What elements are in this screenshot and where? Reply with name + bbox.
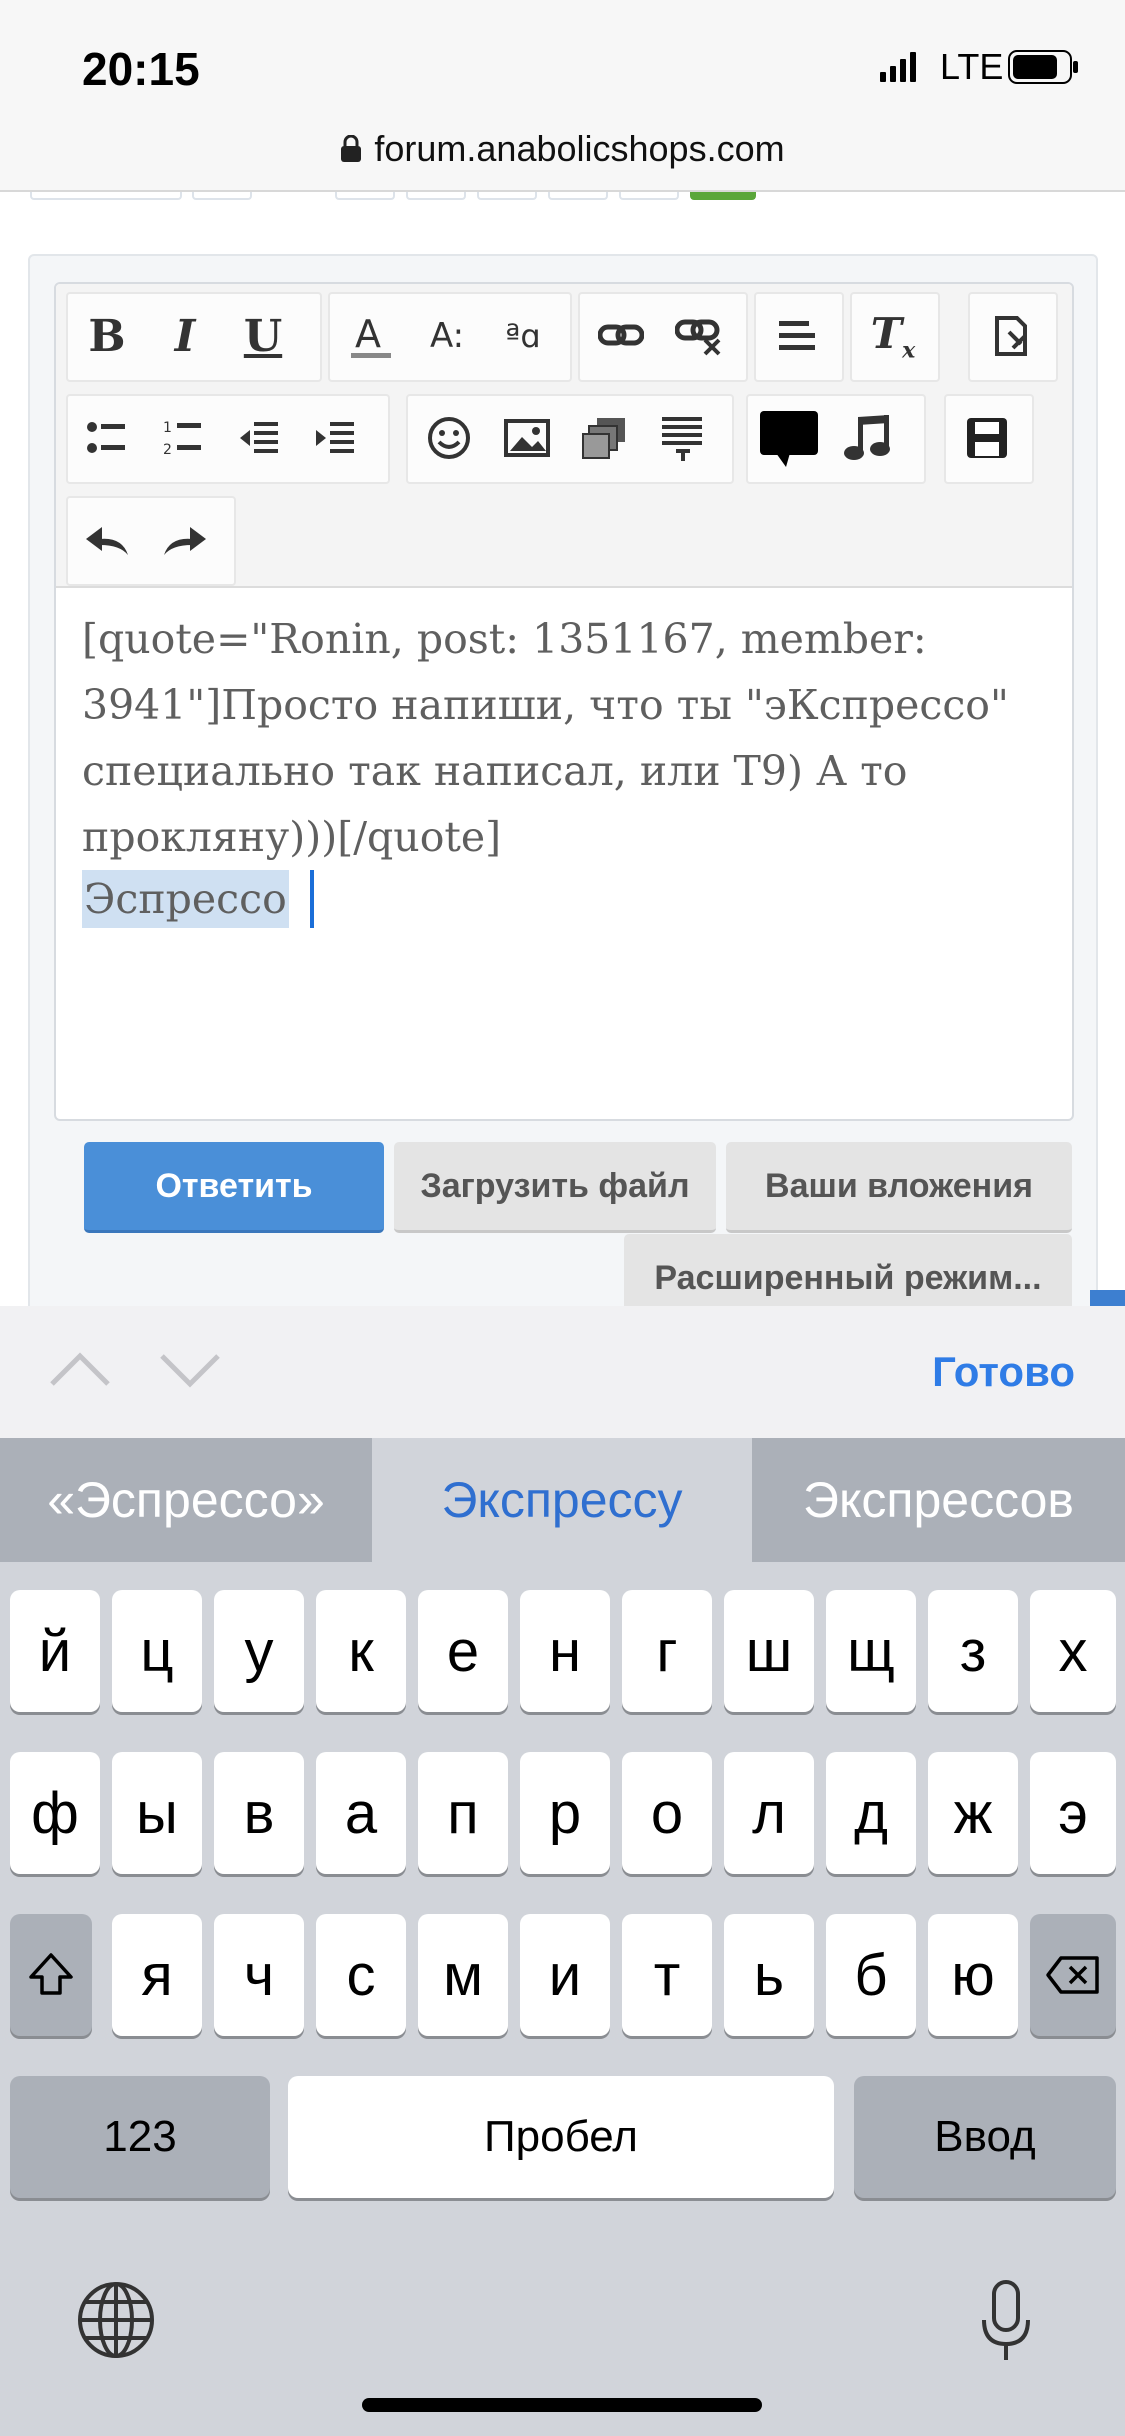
key[interactable]: о: [622, 1752, 712, 1874]
outdent-icon[interactable]: [224, 398, 294, 478]
image-icon[interactable]: [492, 398, 562, 478]
key[interactable]: к: [316, 1590, 406, 1712]
advanced-mode-button[interactable]: Расширенный режим...: [624, 1234, 1072, 1307]
key[interactable]: п: [418, 1752, 508, 1874]
space-key[interactable]: Пробел: [288, 2076, 834, 2198]
key[interactable]: и: [520, 1914, 610, 2036]
key[interactable]: м: [418, 1914, 508, 2036]
key[interactable]: ы: [112, 1752, 202, 1874]
suggestion-item[interactable]: Экспрессов: [752, 1438, 1125, 1562]
remove-format-icon[interactable]: Tx: [858, 296, 928, 376]
key[interactable]: л: [724, 1752, 814, 1874]
chevron-down-icon[interactable]: [158, 1350, 222, 1390]
align-icon[interactable]: [762, 296, 832, 376]
svg-text:A: A: [355, 312, 381, 356]
predictive-text-bar: «Эспрессо» Экспрессу Экспрессов: [0, 1438, 1125, 1562]
battery-icon: [1008, 50, 1078, 84]
insert-icon[interactable]: [976, 296, 1046, 376]
key[interactable]: а: [316, 1752, 406, 1874]
suggestion-item[interactable]: Экспрессу: [372, 1438, 752, 1562]
font-color-icon[interactable]: A: [336, 296, 406, 376]
key[interactable]: р: [520, 1752, 610, 1874]
signal-icon: [880, 52, 916, 82]
globe-icon[interactable]: [76, 2280, 156, 2360]
numbered-list-icon[interactable]: 12: [148, 398, 218, 478]
key[interactable]: ю: [928, 1914, 1018, 2036]
web-page: B I U A A: ªɑ Tx 12 [quote="Ronin, post:…: [0, 190, 1125, 1307]
lock-icon: [341, 135, 362, 162]
keyboard-accessory-bar: Готово: [0, 1306, 1125, 1438]
key[interactable]: ф: [10, 1752, 100, 1874]
key[interactable]: х: [1030, 1590, 1116, 1712]
numbers-key[interactable]: 123: [10, 2076, 270, 2198]
quote-text: [quote="Ronin, post: 1351167, member: 39…: [82, 615, 1009, 861]
status-bar: 20:15 LTE forum.anabolicshops.com: [0, 0, 1125, 190]
gallery-icon[interactable]: [570, 398, 640, 478]
underline-icon[interactable]: U: [228, 296, 298, 376]
backspace-key[interactable]: [1030, 1914, 1116, 2036]
status-time: 20:15: [82, 43, 200, 95]
backspace-icon: [1046, 1956, 1099, 1994]
done-button[interactable]: Готово: [932, 1348, 1075, 1396]
key[interactable]: д: [826, 1752, 916, 1874]
home-indicator[interactable]: [362, 2398, 762, 2412]
suggestion-item[interactable]: «Эспрессо»: [0, 1438, 372, 1562]
url-text: forum.anabolicshops.com: [374, 128, 785, 169]
rich-text-editor: B I U A A: ªɑ Tx 12 [quote="Ronin, post:…: [54, 282, 1074, 1121]
key[interactable]: ч: [214, 1914, 304, 2036]
key[interactable]: б: [826, 1914, 916, 2036]
link-icon[interactable]: [586, 296, 656, 376]
editor-toolbar: B I U A A: ªɑ Tx 12: [56, 284, 1072, 588]
key[interactable]: н: [520, 1590, 610, 1712]
save-draft-icon[interactable]: [952, 398, 1022, 478]
undo-icon[interactable]: [72, 500, 142, 580]
key[interactable]: з: [928, 1590, 1018, 1712]
page-edge-bar: [1090, 1290, 1125, 1307]
key[interactable]: т: [622, 1914, 712, 2036]
indent-icon[interactable]: [300, 398, 370, 478]
font-size-icon[interactable]: A:: [412, 296, 482, 376]
upload-file-button[interactable]: Загрузить файл: [394, 1142, 716, 1233]
editor-content-area[interactable]: [quote="Ronin, post: 1351167, member: 39…: [56, 586, 1072, 1119]
bullet-list-icon[interactable]: [72, 398, 142, 478]
key[interactable]: й: [10, 1590, 100, 1712]
key[interactable]: я: [112, 1914, 202, 2036]
reply-button[interactable]: Ответить: [84, 1142, 384, 1233]
text-caret: [310, 870, 314, 928]
attachments-button[interactable]: Ваши вложения: [726, 1142, 1072, 1233]
bold-icon[interactable]: B: [72, 296, 142, 376]
media-icon[interactable]: [648, 398, 718, 478]
italic-icon[interactable]: I: [150, 296, 220, 376]
key[interactable]: ш: [724, 1590, 814, 1712]
pagination-remnant: [30, 192, 760, 204]
address-bar[interactable]: forum.anabolicshops.com: [0, 128, 1125, 170]
return-key[interactable]: Ввод: [854, 2076, 1116, 2198]
key[interactable]: ж: [928, 1752, 1018, 1874]
key[interactable]: е: [418, 1590, 508, 1712]
key[interactable]: э: [1030, 1752, 1116, 1874]
speech-bubble-icon[interactable]: [754, 398, 824, 478]
redo-icon[interactable]: [150, 500, 220, 580]
key[interactable]: ь: [724, 1914, 814, 2036]
svg-text:2: 2: [163, 442, 172, 458]
key[interactable]: г: [622, 1590, 712, 1712]
key[interactable]: с: [316, 1914, 406, 2036]
smiley-icon[interactable]: [414, 398, 484, 478]
key[interactable]: в: [214, 1752, 304, 1874]
carrier-label: LTE: [940, 46, 1004, 87]
svg-text:1: 1: [163, 420, 172, 436]
music-icon[interactable]: [834, 398, 904, 478]
unlink-icon[interactable]: [664, 296, 734, 376]
font-family-icon[interactable]: ªɑ: [488, 296, 558, 376]
key[interactable]: щ: [826, 1590, 916, 1712]
shift-icon: [29, 1953, 73, 1995]
key[interactable]: у: [214, 1590, 304, 1712]
key[interactable]: ц: [112, 1590, 202, 1712]
chevron-up-icon[interactable]: [48, 1350, 112, 1390]
selected-typed-text: Эспрессо: [82, 870, 289, 928]
microphone-icon[interactable]: [980, 2280, 1032, 2364]
on-screen-keyboard: й ц у к е н г ш щ з х ф ы в а п р о л д …: [0, 1562, 1125, 2436]
shift-key[interactable]: [10, 1914, 92, 2036]
